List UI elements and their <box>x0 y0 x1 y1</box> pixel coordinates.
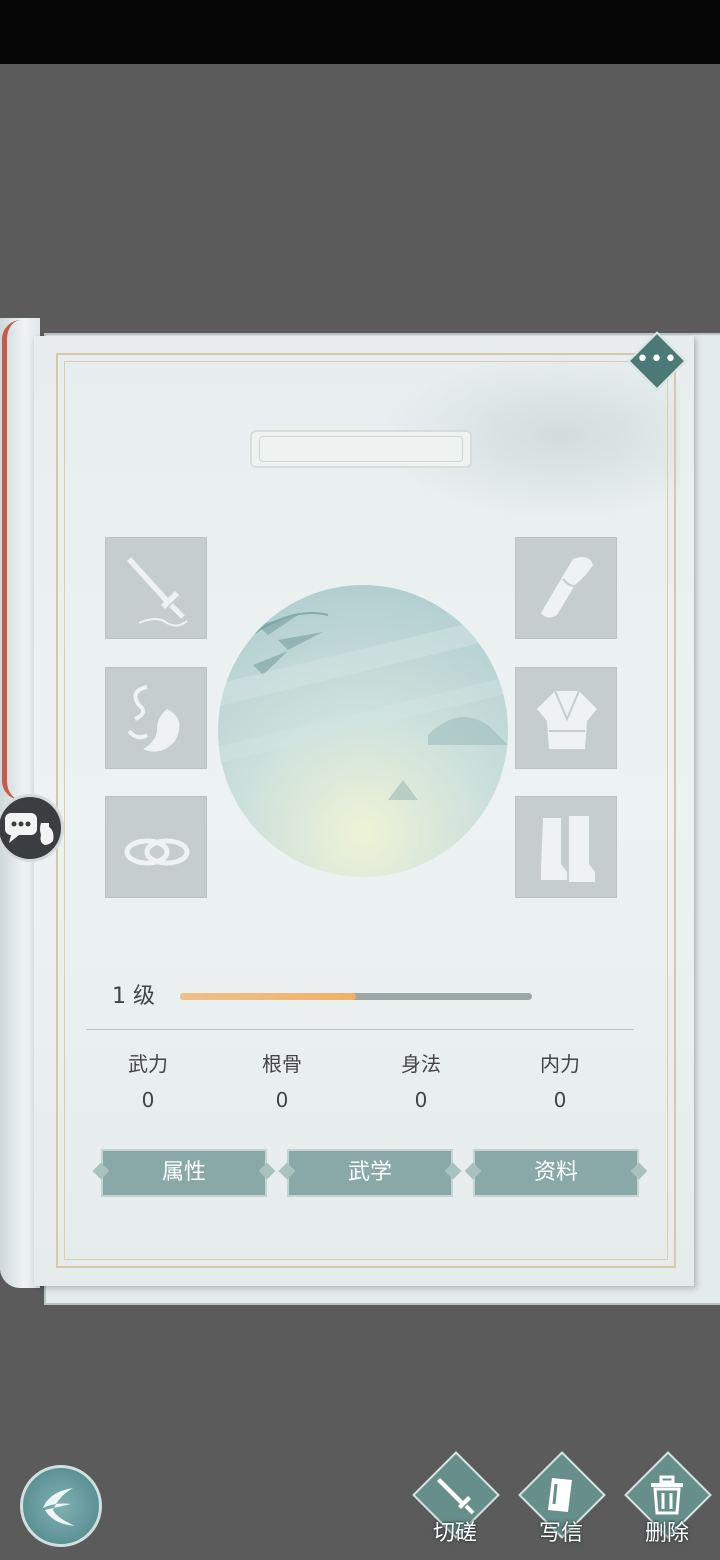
stat-name: 武力 <box>128 1052 168 1076</box>
weapon-slot[interactable] <box>105 537 207 639</box>
level-label: 1 级 <box>112 984 155 1009</box>
robe-icon <box>537 690 597 749</box>
status-bar <box>0 0 720 64</box>
bracer-icon <box>541 557 593 618</box>
armor-slot[interactable] <box>515 667 617 769</box>
divider <box>86 1029 634 1030</box>
spar-label: 切磋 <box>432 1521 477 1546</box>
write-letter-button[interactable]: 写信 <box>516 1451 606 1558</box>
stat-name: 内力 <box>540 1052 580 1076</box>
stat-name: 根骨 <box>262 1052 302 1076</box>
stat-name: 身法 <box>401 1052 441 1076</box>
boots-icon <box>541 816 595 882</box>
tab-profile-info[interactable]: 资料 <box>473 1149 639 1197</box>
more-icon[interactable]: ••• <box>636 346 678 374</box>
back-button[interactable] <box>20 1465 102 1547</box>
chat-button[interactable] <box>0 794 64 862</box>
letter-icon <box>548 1478 572 1512</box>
stat-inner-power: 内力 0 <box>510 1050 610 1114</box>
ribbon-icon <box>127 685 180 752</box>
accessory-slot[interactable] <box>105 667 207 769</box>
stat-strength: 武力 0 <box>98 1050 198 1114</box>
stat-value: 0 <box>414 1088 428 1112</box>
stat-value: 0 <box>553 1088 567 1112</box>
character-name-plate <box>250 430 472 468</box>
delete-button[interactable]: 删除 <box>622 1451 712 1558</box>
exp-bar-fill <box>180 993 356 1000</box>
delete-label: 删除 <box>644 1521 689 1546</box>
rings-icon <box>124 838 190 866</box>
stat-value: 0 <box>275 1088 289 1112</box>
exp-bar <box>180 993 532 1000</box>
sword-icon <box>437 1478 475 1515</box>
write-letter-label: 写信 <box>538 1521 583 1546</box>
character-portrait <box>218 585 508 877</box>
spar-button[interactable]: 切磋 <box>410 1451 500 1558</box>
stat-constitution: 根骨 0 <box>232 1050 332 1114</box>
bracer-slot[interactable] <box>515 537 617 639</box>
chat-bubble-icon <box>5 813 54 845</box>
tab-attributes[interactable]: 属性 <box>101 1149 267 1197</box>
back-arrow-icon <box>43 1488 75 1526</box>
sword-icon <box>127 557 188 627</box>
stat-agility: 身法 0 <box>371 1050 471 1114</box>
trash-icon <box>651 1475 683 1515</box>
boots-slot[interactable] <box>515 796 617 898</box>
tab-martial-arts[interactable]: 武学 <box>287 1149 453 1197</box>
bookmark-ribbon <box>2 320 21 800</box>
stat-value: 0 <box>141 1088 155 1112</box>
landscape-painting <box>218 612 508 800</box>
ring-slot[interactable] <box>105 796 207 898</box>
